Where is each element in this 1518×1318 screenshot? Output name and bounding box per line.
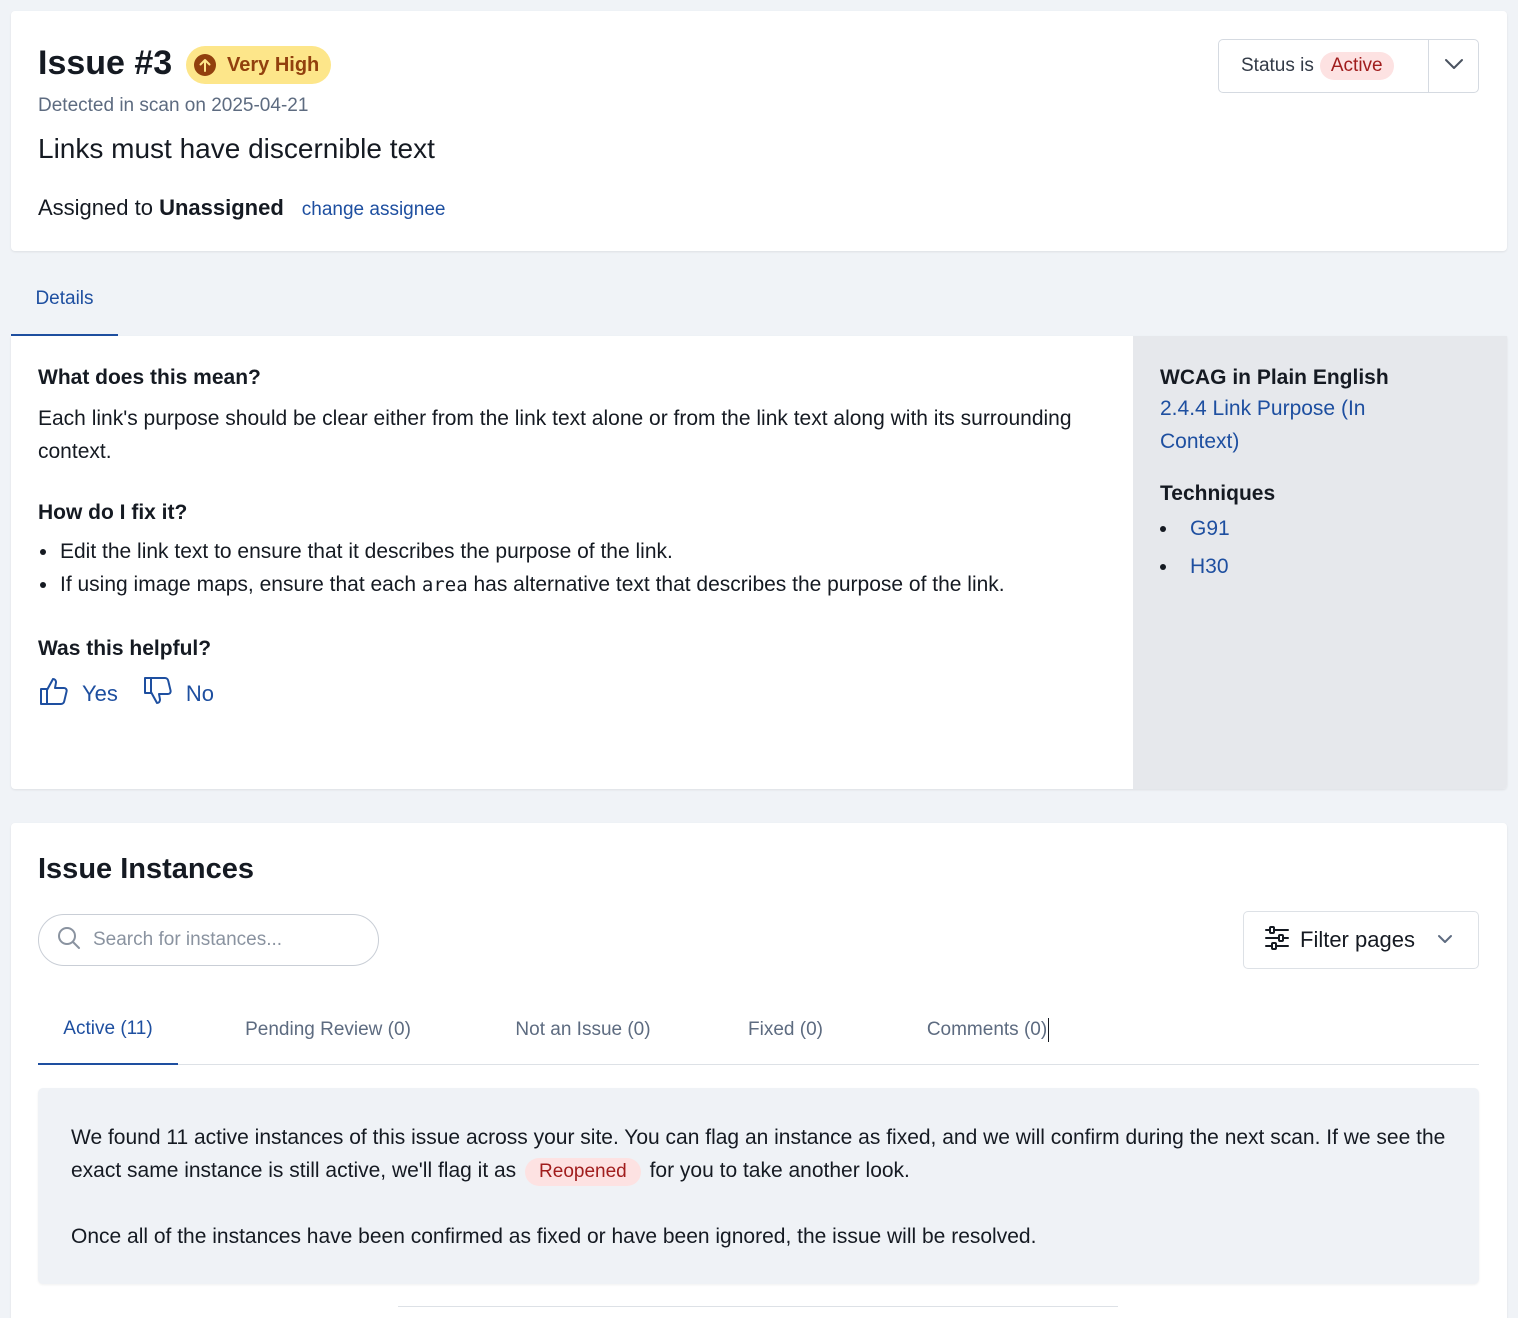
- fix-item: Edit the link text to ensure that it des…: [38, 535, 1098, 568]
- tab-pending-review[interactable]: Pending Review (0): [223, 995, 433, 1065]
- severity-badge: Very High: [186, 46, 332, 84]
- info-paragraph: We found 11 active instances of this iss…: [71, 1121, 1446, 1187]
- assigned-prefix: Assigned to: [38, 195, 160, 220]
- status-badge: Active: [1319, 52, 1394, 80]
- issue-header-card: Issue #3 Very High Detected in scan on 2…: [11, 11, 1507, 251]
- status-prefix: Status is: [1241, 55, 1314, 76]
- techniques-list: G91 H30: [1160, 510, 1480, 586]
- tab-comments-label: Comments (0): [926, 1019, 1048, 1040]
- details-content: What does this mean? Each link's purpose…: [38, 366, 1098, 713]
- sliders-icon: [1264, 925, 1290, 956]
- fix-list: Edit the link text to ensure that it des…: [38, 535, 1098, 602]
- info-paragraph: Once all of the instances have been conf…: [71, 1225, 1037, 1248]
- details-card: What does this mean? Each link's purpose…: [11, 336, 1507, 789]
- wcag-link[interactable]: 2.4.4 Link Purpose (In Context): [1160, 392, 1440, 458]
- fix-item: If using image maps, ensure that each ar…: [38, 568, 1098, 602]
- tab-fixed[interactable]: Fixed (0): [728, 995, 843, 1065]
- thumbs-down-icon: [142, 675, 174, 713]
- issue-name: Links must have discernible text: [38, 133, 435, 164]
- chevron-down-icon: [1437, 931, 1453, 949]
- wcag-heading: WCAG in Plain English: [1160, 366, 1389, 389]
- what-body: Each link's purpose should be clear eith…: [38, 407, 1072, 463]
- feedback-no-label: No: [185, 681, 215, 706]
- feedback-yes-button[interactable]: Yes: [38, 675, 118, 713]
- technique-link[interactable]: H30: [1190, 555, 1229, 579]
- details-sidebar: WCAG in Plain English 2.4.4 Link Purpose…: [1133, 336, 1507, 789]
- code-snippet: area: [421, 574, 468, 596]
- search-icon: [57, 926, 81, 955]
- instances-title: Issue Instances: [38, 853, 254, 885]
- filter-pages-label: Filter pages: [1300, 927, 1415, 952]
- severity-label: Very High: [227, 53, 320, 76]
- reopened-badge: Reopened: [525, 1158, 641, 1186]
- instances-info-box: We found 11 active instances of this iss…: [38, 1088, 1479, 1284]
- status-display[interactable]: Status is Active: [1219, 40, 1429, 92]
- instances-tabs: Active (11) Pending Review (0) Not an Is…: [38, 995, 1479, 1065]
- status-toggle-button[interactable]: [1429, 40, 1478, 92]
- tab-not-an-issue[interactable]: Not an Issue (0): [488, 995, 678, 1065]
- search-input[interactable]: [93, 929, 353, 951]
- tab-details[interactable]: Details: [11, 274, 118, 336]
- change-assignee-link[interactable]: change assignee: [302, 199, 446, 221]
- feedback-yes-label: Yes: [82, 681, 118, 706]
- feedback-no-button[interactable]: No: [142, 675, 214, 713]
- technique-link[interactable]: G91: [1190, 517, 1230, 541]
- info-text: for you to take another look.: [643, 1159, 910, 1182]
- what-heading: What does this mean?: [38, 366, 261, 389]
- helpful-heading: Was this helpful?: [38, 637, 212, 660]
- chevron-down-icon: [1444, 57, 1464, 75]
- fix-item-text: has alternative text that describes the …: [467, 573, 1005, 596]
- text-cursor: [1048, 1018, 1050, 1042]
- divider: [398, 1306, 1118, 1307]
- assignee-name: Unassigned: [159, 195, 284, 220]
- instances-search[interactable]: [38, 914, 379, 966]
- techniques-heading: Techniques: [1160, 482, 1276, 505]
- assigned-text: Assigned to Unassigned: [38, 195, 284, 221]
- issue-title: Issue #3: [38, 44, 173, 82]
- feedback-row: Yes No: [38, 675, 1098, 713]
- assignee-row: Assigned to Unassigned change assignee: [38, 195, 445, 221]
- instances-card: Issue Instances Filter pages Active (11)…: [11, 823, 1507, 1318]
- status-dropdown[interactable]: Status is Active: [1218, 39, 1479, 93]
- tab-active[interactable]: Active (11): [38, 995, 178, 1065]
- detected-date: Detected in scan on 2025-04-21: [38, 95, 309, 116]
- thumbs-up-icon: [38, 675, 70, 713]
- arrow-up-icon: [194, 54, 216, 76]
- tab-comments[interactable]: Comments (0): [898, 995, 1078, 1065]
- technique-item: G91: [1160, 510, 1480, 548]
- technique-item: H30: [1160, 548, 1480, 586]
- filter-pages-button[interactable]: Filter pages: [1243, 911, 1479, 969]
- fix-item-text: If using image maps, ensure that each: [60, 573, 422, 596]
- fix-heading: How do I fix it?: [38, 501, 188, 524]
